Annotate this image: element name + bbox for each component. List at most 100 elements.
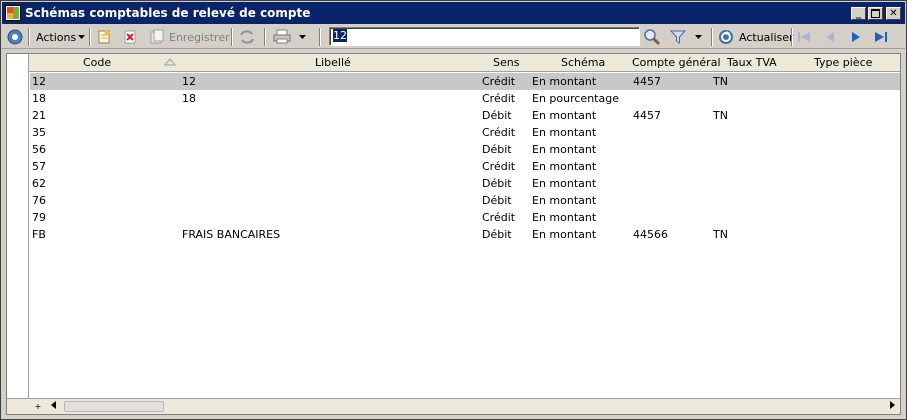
first-page-icon <box>798 32 810 42</box>
previous-icon <box>826 32 834 42</box>
table-row[interactable]: 12 12 Crédit En montant 4457 TN <box>30 73 900 90</box>
cell-schema[interactable]: En montant <box>532 126 596 140</box>
scroll-left-button[interactable] <box>47 400 61 414</box>
scrollbar-thumb[interactable] <box>64 401 164 412</box>
cell-tva[interactable]: TN <box>713 228 728 242</box>
sync-icon <box>240 30 254 44</box>
sync-button[interactable] <box>238 27 256 47</box>
cell-code[interactable]: 21 <box>32 109 46 123</box>
cell-schema[interactable]: En montant <box>532 177 596 191</box>
table-row[interactable]: 62 Débit En montant <box>30 175 900 192</box>
refresh-icon <box>719 30 733 44</box>
table-row[interactable]: 79 Crédit En montant <box>30 209 900 226</box>
cell-sens[interactable]: Débit <box>482 228 512 242</box>
cell-schema[interactable]: En montant <box>532 211 596 225</box>
scroll-right-icon <box>890 401 895 409</box>
cell-sens[interactable]: Crédit <box>482 160 515 174</box>
menu-circle-button[interactable] <box>6 27 24 47</box>
cell-code[interactable]: 79 <box>32 211 46 225</box>
cell-sens[interactable]: Débit <box>482 143 512 157</box>
search-input[interactable]: 12 <box>329 27 640 46</box>
filter-button[interactable] <box>670 27 686 47</box>
delete-button[interactable] <box>122 27 138 47</box>
maximize-button[interactable] <box>868 7 883 20</box>
cell-code[interactable]: 76 <box>32 194 46 208</box>
window-title: Schémas comptables de relevé de compte <box>25 6 311 20</box>
scroll-left-icon <box>51 401 56 409</box>
cell-schema[interactable]: En montant <box>532 109 596 123</box>
menu-circle-icon <box>7 29 23 45</box>
table-row[interactable]: 21 Débit En montant 4457 TN <box>30 107 900 124</box>
next-record-button[interactable] <box>848 27 864 47</box>
cell-code[interactable]: FB <box>32 228 46 242</box>
print-dropdown-button[interactable] <box>299 27 307 47</box>
scroll-right-button[interactable] <box>885 400 899 414</box>
cell-code[interactable]: 35 <box>32 126 46 140</box>
cell-schema[interactable]: En montant <box>532 160 596 174</box>
cell-code[interactable]: 62 <box>32 177 46 191</box>
first-record-button[interactable] <box>796 27 812 47</box>
save-label: Enregistrer <box>169 30 230 44</box>
cell-tva[interactable]: TN <box>713 75 728 89</box>
cell-schema[interactable]: En montant <box>532 143 596 157</box>
dropdown-arrow-icon <box>78 35 86 39</box>
main-window: Schémas comptables de relevé de compte _… <box>0 0 907 420</box>
add-row-button[interactable]: + <box>31 400 45 414</box>
horizontal-scrollbar[interactable]: + <box>7 398 900 414</box>
column-header-compte[interactable]: Compte général <box>632 56 721 70</box>
previous-record-button[interactable] <box>822 27 838 47</box>
search-icon <box>644 29 661 46</box>
table-row[interactable]: 18 18 Crédit En pourcentage <box>30 90 900 107</box>
save-button[interactable]: Enregistrer <box>149 27 230 47</box>
table-row[interactable]: 35 Crédit En montant <box>30 124 900 141</box>
close-button[interactable]: ✕ <box>886 7 901 20</box>
cell-schema[interactable]: En montant <box>532 194 596 208</box>
cell-compte[interactable]: 4457 <box>633 109 661 123</box>
cell-schema[interactable]: En montant <box>532 75 596 89</box>
table-row[interactable]: FB FRAIS BANCAIRES Débit En montant 44566 TN <box>30 226 900 243</box>
cell-libelle[interactable]: FRAIS BANCAIRES <box>182 228 280 242</box>
cell-code[interactable]: 18 <box>32 92 46 106</box>
column-header-code[interactable]: Code <box>83 56 111 70</box>
cell-sens[interactable]: Crédit <box>482 211 515 225</box>
column-header-schema[interactable]: Schéma <box>561 56 605 70</box>
dropdown-arrow-icon <box>299 35 306 39</box>
cell-compte[interactable]: 4457 <box>633 75 661 89</box>
title-bar[interactable]: Schémas comptables de relevé de compte _… <box>2 2 905 24</box>
cell-libelle[interactable]: 12 <box>182 75 196 89</box>
print-button[interactable] <box>272 27 292 47</box>
cell-tva[interactable]: TN <box>713 109 728 123</box>
cell-sens[interactable]: Crédit <box>482 75 515 89</box>
search-value: 12 <box>333 29 347 42</box>
column-header-type-piece[interactable]: Type pièce <box>814 56 872 70</box>
filter-dropdown-button[interactable] <box>695 27 703 47</box>
minimize-button[interactable]: _ <box>851 7 866 20</box>
cell-sens[interactable]: Crédit <box>482 126 515 140</box>
last-page-icon <box>875 32 887 42</box>
table-row[interactable]: 56 Débit En montant <box>30 141 900 158</box>
cell-schema[interactable]: En pourcentage <box>532 92 619 106</box>
new-button[interactable] <box>96 27 112 47</box>
column-header-sens[interactable]: Sens <box>493 56 519 70</box>
last-record-button[interactable] <box>873 27 889 47</box>
actions-menu-button[interactable]: Actions <box>36 27 86 47</box>
cell-code[interactable]: 12 <box>32 75 46 89</box>
column-header-tva[interactable]: Taux TVA <box>727 56 777 70</box>
cell-sens[interactable]: Débit <box>482 194 512 208</box>
cell-libelle[interactable]: 18 <box>182 92 196 106</box>
column-header-libelle[interactable]: Libellé <box>315 56 351 70</box>
cell-sens[interactable]: Débit <box>482 177 512 191</box>
cell-sens[interactable]: Débit <box>482 109 512 123</box>
table-row[interactable]: 76 Débit En montant <box>30 192 900 209</box>
refresh-button[interactable]: Actualiser <box>717 27 794 47</box>
cell-sens[interactable]: Crédit <box>482 92 515 106</box>
search-button[interactable] <box>643 27 661 47</box>
row-selector-column <box>7 54 29 400</box>
data-grid: Code Libellé Sens Schéma Compte général … <box>6 53 901 415</box>
cell-compte[interactable]: 44566 <box>633 228 668 242</box>
table-row[interactable]: 57 Crédit En montant <box>30 158 900 175</box>
cell-code[interactable]: 57 <box>32 160 46 174</box>
cell-code[interactable]: 56 <box>32 143 46 157</box>
refresh-label: Actualiser <box>739 30 794 44</box>
cell-schema[interactable]: En montant <box>532 228 596 242</box>
